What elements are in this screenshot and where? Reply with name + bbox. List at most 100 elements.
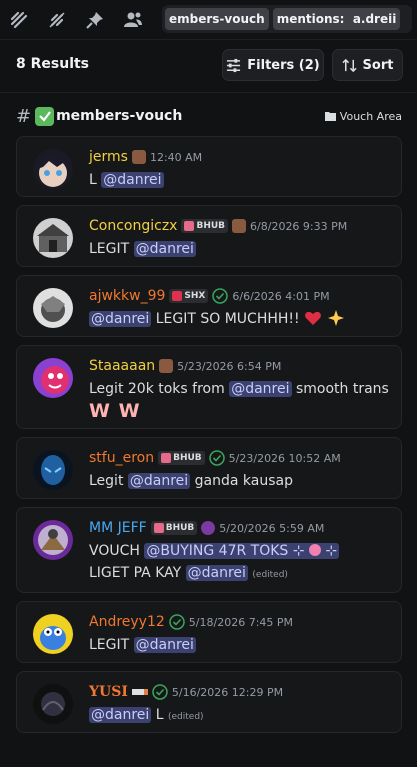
- verified-badge-icon: [169, 614, 185, 630]
- search-result-message[interactable]: Staaaaan 5/23/2026 6:54 PM Legit 20k tok…: [16, 345, 402, 429]
- sort-arrows-icon: [341, 58, 357, 72]
- server-tag[interactable]: BHUB: [181, 219, 229, 233]
- username[interactable]: jerms: [89, 149, 128, 165]
- message-meta: Concongiczx BHUB 6/8/2026 9:33 PM: [89, 216, 393, 236]
- sort-label: Sort: [362, 57, 394, 73]
- avatar[interactable]: [33, 684, 73, 724]
- user-mention[interactable]: @danrei: [229, 381, 292, 397]
- timestamp: 5/20/2026 5:59 AM: [219, 521, 325, 535]
- divider: [0, 92, 417, 93]
- avatar[interactable]: [33, 288, 73, 328]
- username[interactable]: YUSI: [89, 684, 128, 700]
- search-result-message[interactable]: YUSI 5/16/2026 12:29 PM @danrei L (edite…: [16, 671, 402, 733]
- avatar[interactable]: [33, 450, 73, 490]
- folder-icon: [324, 112, 336, 121]
- notification-settings-icon[interactable]: [38, 1, 76, 39]
- timestamp: 6/6/2026 4:01 PM: [232, 289, 330, 303]
- role-icon: [159, 359, 174, 373]
- pin-icon[interactable]: [76, 1, 114, 39]
- server-tag[interactable]: BHUB: [158, 451, 205, 465]
- avatar[interactable]: [33, 358, 73, 398]
- timestamp: 6/8/2026 9:33 PM: [250, 219, 348, 233]
- message-meta: ajwkkw_99 SHX 6/6/2026 4:01 PM: [89, 286, 393, 306]
- category-label: Vouch Area: [339, 109, 402, 123]
- message-meta: MM JEFF BHUB 5/20/2026 5:59 AM: [89, 518, 393, 538]
- role-icon: [232, 219, 247, 233]
- avatar[interactable]: [33, 614, 73, 654]
- search-result-message[interactable]: Concongiczx BHUB 6/8/2026 9:33 PM LEGIT …: [16, 205, 402, 267]
- username[interactable]: ajwkkw_99: [89, 288, 165, 304]
- message-content: L @danrei: [89, 172, 164, 188]
- verified-badge-icon: [212, 288, 229, 304]
- channel-category: Vouch Area: [324, 109, 402, 123]
- role-mention[interactable]: @BUYING 47R TOKS ⊹ ⊹: [144, 543, 340, 559]
- message-meta: Staaaaan 5/23/2026 6:54 PM: [89, 356, 393, 376]
- message-content: @danrei L (edited): [89, 707, 204, 723]
- user-mention[interactable]: @danrei: [185, 565, 248, 581]
- username[interactable]: Concongiczx: [89, 218, 177, 234]
- channel-name: members-vouch: [56, 108, 183, 124]
- message-meta: stfu_eron BHUB 5/23/2026 10:52 AM: [89, 448, 393, 468]
- avatar[interactable]: [33, 218, 73, 258]
- message-meta: YUSI 5/16/2026 12:29 PM: [89, 682, 393, 702]
- timestamp: 5/23/2026 10:52 AM: [228, 451, 341, 465]
- verified-badge-icon: [208, 450, 225, 466]
- message-content: LEGIT @danrei: [89, 241, 196, 257]
- search-chip-mentions[interactable]: mentions: a.dreii: [272, 8, 401, 30]
- username[interactable]: Staaaaan: [89, 358, 155, 374]
- message-meta: Andreyy12 5/18/2026 7:45 PM: [89, 612, 393, 632]
- search-result-message[interactable]: ajwkkw_99 SHX 6/6/2026 4:01 PM @danrei L…: [16, 275, 402, 337]
- cigarette-icon: [131, 689, 148, 695]
- message-content: LEGIT @danrei: [89, 637, 196, 653]
- search-result-message[interactable]: MM JEFF BHUB 5/20/2026 5:59 AM VOUCH @BU…: [16, 507, 402, 593]
- user-mention[interactable]: @danrei: [133, 637, 196, 653]
- role-icon: [201, 521, 216, 535]
- channel-header[interactable]: # members-vouch Vouch Area: [16, 104, 402, 128]
- user-mention[interactable]: @danrei: [89, 311, 152, 327]
- sort-button[interactable]: Sort: [332, 49, 403, 81]
- user-mention[interactable]: @danrei: [133, 241, 196, 257]
- user-mention[interactable]: @danrei: [89, 707, 152, 723]
- avatar[interactable]: [33, 520, 73, 560]
- results-count: 8 Results: [16, 56, 90, 72]
- username[interactable]: MM JEFF: [89, 520, 147, 536]
- message-content: @danrei LEGIT SO MUCHHH!!: [89, 308, 393, 330]
- member-list-icon[interactable]: [114, 1, 152, 39]
- search-result-message[interactable]: Andreyy12 5/18/2026 7:45 PM LEGIT @danre…: [16, 601, 402, 663]
- server-tag[interactable]: BHUB: [150, 521, 198, 535]
- edited-label: (edited): [252, 570, 288, 580]
- user-mention[interactable]: @danrei: [101, 172, 164, 188]
- timestamp: 5/23/2026 6:54 PM: [177, 359, 282, 373]
- timestamp: 5/18/2026 7:45 PM: [188, 615, 294, 629]
- filters-label: Filters (2): [247, 57, 320, 73]
- search-result-message[interactable]: jerms 12:40 AM L @danrei: [16, 136, 402, 197]
- search-chip-channel[interactable]: embers-vouch: [165, 8, 269, 30]
- username[interactable]: stfu_eron: [89, 450, 154, 466]
- top-toolbar: embers-vouch mentions: a.dreii: [0, 0, 417, 40]
- server-tag[interactable]: SHX: [169, 289, 209, 303]
- username[interactable]: Andreyy12: [89, 614, 165, 630]
- filters-button[interactable]: Filters (2): [222, 49, 324, 81]
- sparkles-emoji-icon: [327, 310, 344, 326]
- verified-badge-icon: [152, 684, 168, 700]
- sliders-icon: [227, 58, 241, 72]
- search-input[interactable]: embers-vouch mentions: a.dreii: [162, 5, 412, 33]
- check-mark-icon: [35, 106, 55, 126]
- results-header: 8 Results Filters (2) Sort: [0, 48, 417, 84]
- message-meta: jerms 12:40 AM: [89, 147, 393, 167]
- message-content: Legit 20k toks from @danrei smooth trans…: [89, 381, 389, 422]
- flower-icon: [308, 544, 321, 556]
- message-content: VOUCH @BUYING 47R TOKS ⊹ ⊹ LIGET PA KAY …: [89, 543, 340, 581]
- w-emoji-text: W W: [89, 400, 141, 422]
- message-content: Legit @danrei ganda kausap: [89, 473, 293, 489]
- role-icon: [131, 150, 146, 164]
- user-mention[interactable]: @danrei: [127, 473, 191, 489]
- avatar[interactable]: [33, 149, 73, 189]
- hash-icon: #: [16, 105, 32, 127]
- heart-emoji-icon: [305, 311, 321, 325]
- threads-icon[interactable]: [0, 1, 38, 39]
- timestamp: 5/16/2026 12:29 PM: [171, 685, 284, 699]
- edited-label: (edited): [168, 712, 204, 722]
- search-result-message[interactable]: stfu_eron BHUB 5/23/2026 10:52 AM Legit …: [16, 437, 402, 499]
- timestamp: 12:40 AM: [149, 150, 203, 164]
